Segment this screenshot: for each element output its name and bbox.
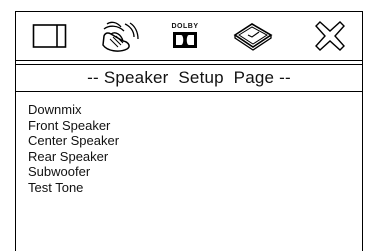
dolby-digital-icon[interactable]: DOLBY [168, 18, 202, 54]
general-setup-icon[interactable] [30, 18, 70, 54]
speaker-setup-menu: Downmix Front Speaker Center Speaker Rea… [28, 102, 119, 196]
menu-item-center-speaker[interactable]: Center Speaker [28, 133, 119, 149]
speaker-setup-icon[interactable] [96, 18, 142, 54]
menu-item-downmix[interactable]: Downmix [28, 102, 119, 118]
dolby-logo-text: DOLBY [171, 23, 199, 30]
title-bottom-divider [16, 91, 362, 92]
preferences-disc-icon[interactable] [231, 18, 275, 54]
menu-item-front-speaker[interactable]: Front Speaker [28, 118, 119, 134]
menu-item-rear-speaker[interactable]: Rear Speaker [28, 149, 119, 165]
setup-icon-bar: DOLBY [16, 12, 362, 60]
exit-icon[interactable] [308, 18, 352, 54]
page-title: -- Speaker Setup Page -- [87, 68, 291, 87]
setup-menu-frame: DOLBY -- Speaker Setup Page -- Downmix F… [15, 11, 363, 251]
icon-bar-divider [16, 60, 362, 61]
menu-item-subwoofer[interactable]: Subwoofer [28, 164, 119, 180]
menu-item-test-tone[interactable]: Test Tone [28, 180, 119, 196]
